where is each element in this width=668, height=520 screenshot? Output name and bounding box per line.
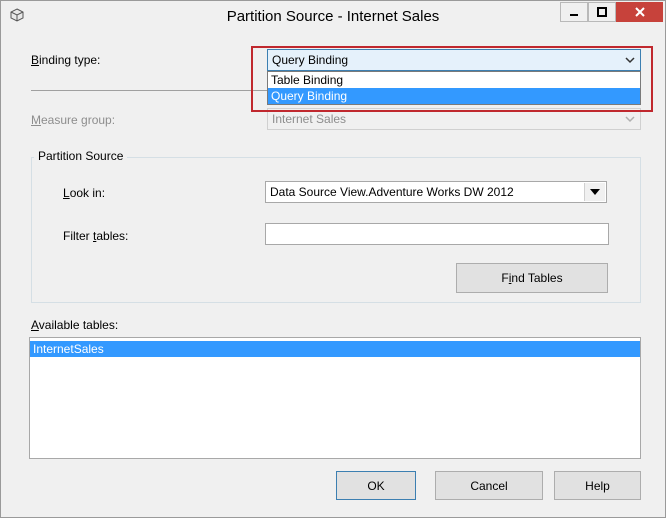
maximize-icon [597, 7, 607, 17]
maximize-button[interactable] [588, 2, 616, 22]
look-in-value: Data Source View.Adventure Works DW 2012 [270, 185, 514, 199]
separator [31, 90, 269, 91]
look-in-combo[interactable]: Data Source View.Adventure Works DW 2012 [265, 181, 607, 203]
minimize-button[interactable] [560, 2, 588, 22]
look-in-dropdown-button[interactable] [584, 183, 605, 201]
dropdown-arrow-icon [590, 189, 600, 195]
partition-source-title: Partition Source [34, 149, 128, 163]
chevron-down-icon [625, 116, 635, 123]
filter-tables-label: Filter tables: [63, 229, 129, 243]
close-icon [634, 7, 645, 17]
close-button[interactable] [616, 2, 663, 22]
title-bar[interactable]: Partition Source - Internet Sales [1, 1, 665, 31]
measure-group-value: Internet Sales [272, 112, 347, 126]
measure-group-label: Measure group: [31, 113, 116, 127]
minimize-icon [570, 14, 578, 16]
list-item[interactable]: InternetSales [30, 341, 640, 357]
dialog-client: Binding type: Measure group: Internet Sa… [9, 31, 659, 511]
highlight-annotation [251, 46, 653, 112]
look-in-label: Look in: [63, 186, 106, 200]
ok-button[interactable]: OK [336, 471, 416, 500]
help-button[interactable]: Help [554, 471, 641, 500]
available-tables-label: Available tables: [31, 318, 119, 332]
binding-type-label: Binding type: [31, 53, 101, 67]
dialog-window: Partition Source - Internet Sales Bindin… [0, 0, 666, 518]
cancel-button[interactable]: Cancel [435, 471, 543, 500]
available-tables-list[interactable]: InternetSales [29, 337, 641, 459]
filter-tables-input[interactable] [265, 223, 609, 245]
find-tables-button[interactable]: Fi nd Tables [456, 263, 608, 293]
